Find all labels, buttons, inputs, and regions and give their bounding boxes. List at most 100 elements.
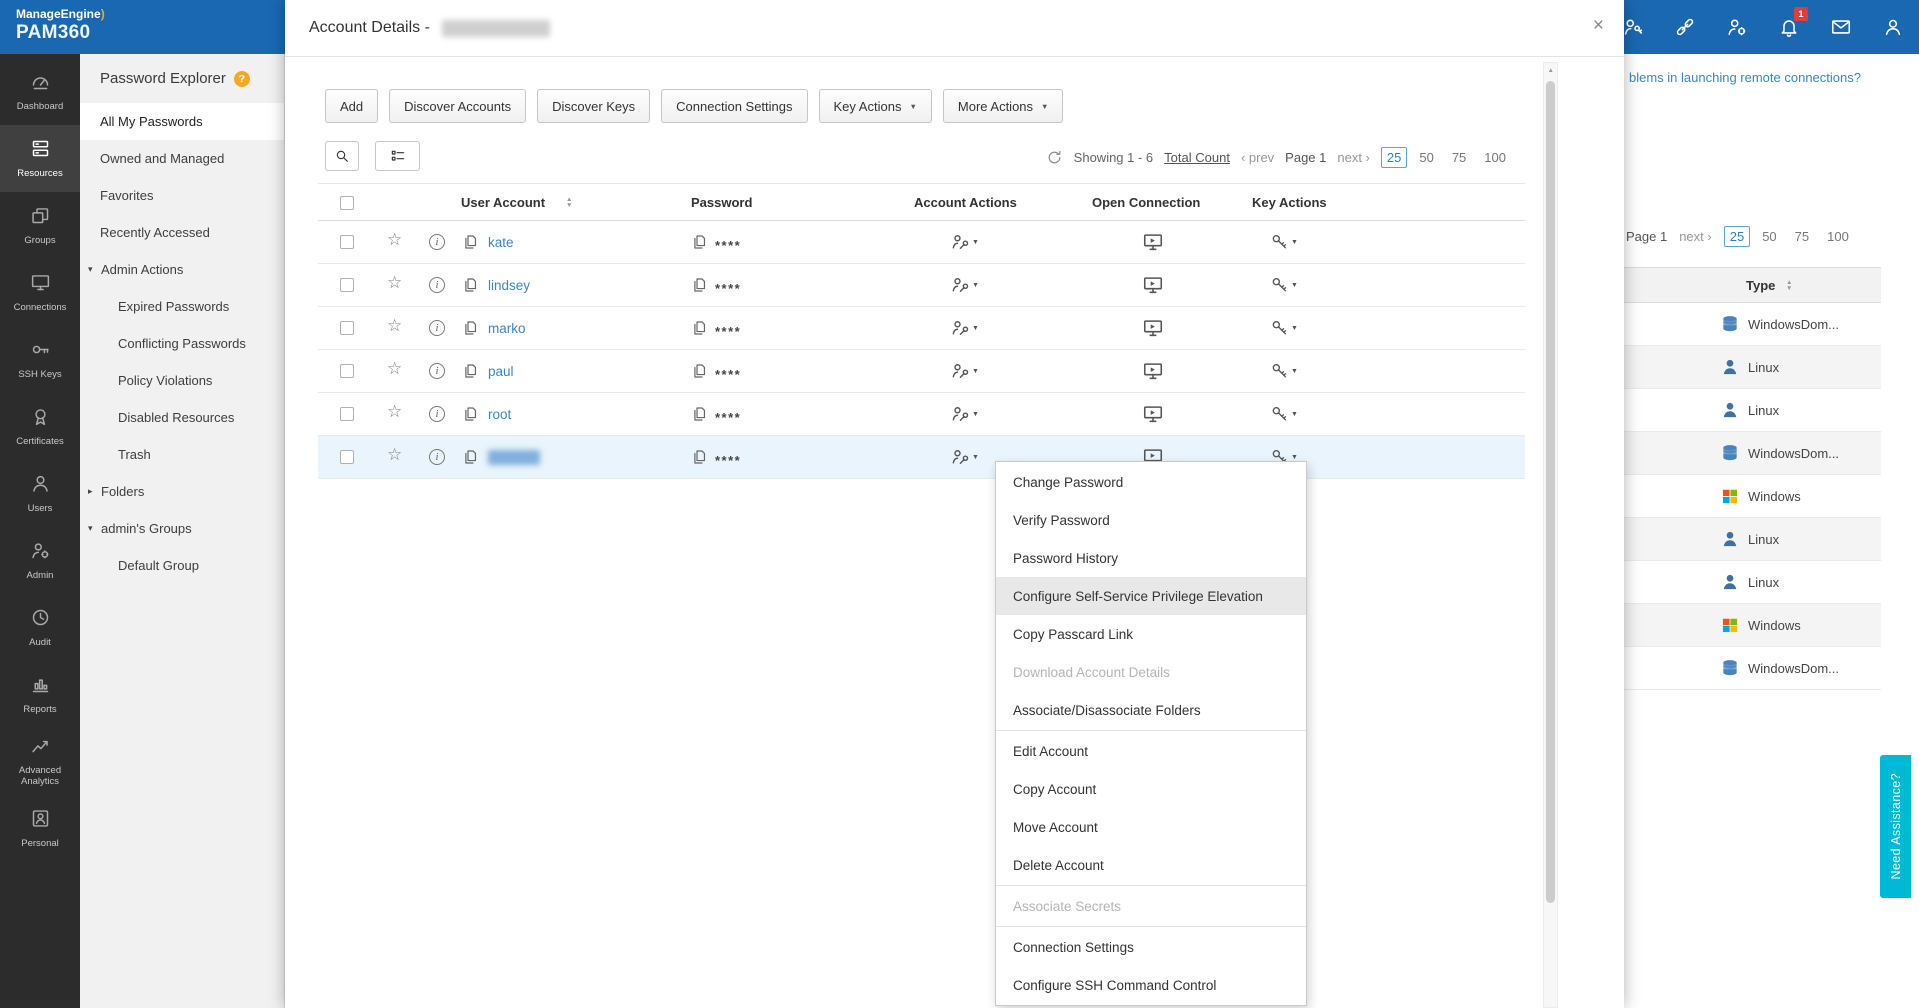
help-icon[interactable]: ? [233, 70, 250, 87]
connection-settings-button[interactable]: Connection Settings [661, 89, 808, 123]
search-button[interactable] [325, 141, 359, 171]
total-count-link[interactable]: Total Count [1164, 150, 1230, 165]
account-actions-icon[interactable]: ▼ [950, 275, 979, 295]
add-button[interactable]: Add [325, 89, 379, 123]
explorer-item-disabled-resources[interactable]: Disabled Resources [80, 399, 284, 436]
menu-item-associate-disassociate-folders[interactable]: Associate/Disassociate Folders [996, 691, 1306, 729]
page-size-100[interactable]: 100 [1478, 147, 1512, 168]
document-icon[interactable] [691, 448, 708, 471]
document-icon[interactable] [462, 319, 479, 342]
sidebar-item-users[interactable]: Users [0, 460, 80, 527]
row-checkbox[interactable] [340, 235, 354, 249]
document-icon[interactable] [691, 362, 708, 385]
favorite-star-icon[interactable]: ☆ [387, 402, 402, 422]
next-button[interactable]: next › [1337, 150, 1370, 165]
info-icon[interactable]: i [429, 363, 445, 379]
bg-next-button[interactable]: next › [1679, 229, 1712, 244]
page-size-75[interactable]: 75 [1446, 147, 1472, 168]
key-user-icon[interactable] [1622, 16, 1644, 38]
favorite-star-icon[interactable]: ☆ [387, 359, 402, 379]
menu-item-configure-ssh-command-control[interactable]: Configure SSH Command Control [996, 966, 1306, 1004]
explorer-item-favorites[interactable]: Favorites [80, 177, 284, 214]
favorite-star-icon[interactable]: ☆ [387, 445, 402, 465]
document-icon[interactable] [462, 448, 479, 471]
open-connection-icon[interactable] [1142, 274, 1164, 301]
explorer-item-owned-and-managed[interactable]: Owned and Managed [80, 140, 284, 177]
mail-icon[interactable] [1830, 16, 1852, 38]
menu-item-configure-self-service-privilege-elevation[interactable]: Configure Self-Service Privilege Elevati… [996, 577, 1306, 615]
modal-scrollbar[interactable]: ▲ [1543, 62, 1558, 1008]
document-icon[interactable] [691, 405, 708, 428]
document-icon[interactable] [462, 405, 479, 428]
favorite-star-icon[interactable]: ☆ [387, 316, 402, 336]
explorer-item-admin-actions[interactable]: ▾ Admin Actions [80, 251, 284, 288]
info-icon[interactable]: i [429, 234, 445, 250]
discover-accounts-button[interactable]: Discover Accounts [389, 89, 527, 123]
favorite-star-icon[interactable]: ☆ [387, 230, 402, 250]
open-connection-icon[interactable] [1142, 360, 1164, 387]
need-assistance-tab[interactable]: Need Assistance? [1880, 755, 1911, 898]
key-actions-button[interactable]: Key Actions ▼ [818, 89, 932, 123]
info-icon[interactable]: i [429, 406, 445, 422]
explorer-item-admin-s-groups[interactable]: ▾ admin's Groups [80, 510, 284, 547]
open-connection-icon[interactable] [1142, 317, 1164, 344]
key-actions-icon[interactable]: ▼ [1270, 404, 1298, 423]
more-actions-button[interactable]: More Actions ▼ [942, 89, 1064, 123]
sidebar-item-ssh-keys[interactable]: SSH Keys [0, 326, 80, 393]
document-icon[interactable] [462, 276, 479, 299]
explorer-item-folders[interactable]: ▸ Folders [80, 473, 284, 510]
info-icon[interactable]: i [429, 320, 445, 336]
bell-icon[interactable]: 1 [1778, 7, 1808, 38]
user-account-header[interactable]: User Account [461, 195, 545, 210]
sidebar-item-admin[interactable]: Admin [0, 527, 80, 594]
sidebar-item-advanced-analytics[interactable]: Advanced Analytics [0, 728, 80, 795]
user-account-link[interactable]: root [488, 407, 511, 422]
menu-item-copy-passcard-link[interactable]: Copy Passcard Link [996, 615, 1306, 653]
sidebar-item-personal[interactable]: Personal [0, 795, 80, 862]
sidebar-item-certificates[interactable]: Certificates [0, 393, 80, 460]
user-account-link[interactable]: marko [488, 321, 526, 336]
explorer-item-all-my-passwords[interactable]: All My Passwords [80, 103, 284, 140]
explorer-item-policy-violations[interactable]: Policy Violations [80, 362, 284, 399]
list-view-button[interactable] [375, 141, 420, 171]
info-icon[interactable]: i [429, 277, 445, 293]
sidebar-item-reports[interactable]: Reports [0, 661, 80, 728]
user-account-link[interactable]: paul [488, 364, 514, 379]
favorite-star-icon[interactable]: ☆ [387, 273, 402, 293]
explorer-item-recently-accessed[interactable]: Recently Accessed [80, 214, 284, 251]
open-connection-icon[interactable] [1142, 403, 1164, 430]
document-icon[interactable] [691, 276, 708, 299]
row-checkbox[interactable] [340, 407, 354, 421]
menu-item-password-history[interactable]: Password History [996, 539, 1306, 577]
explorer-item-expired-passwords[interactable]: Expired Passwords [80, 288, 284, 325]
scroll-up-arrow[interactable]: ▲ [1548, 67, 1554, 74]
account-actions-icon[interactable]: ▼ [950, 447, 979, 467]
menu-item-connection-settings[interactable]: Connection Settings [996, 928, 1306, 966]
page-size-25[interactable]: 25 [1723, 226, 1751, 247]
menu-item-edit-account[interactable]: Edit Account [996, 732, 1306, 770]
user-account-link[interactable]: kate [488, 235, 514, 250]
explorer-item-conflicting-passwords[interactable]: Conflicting Passwords [80, 325, 284, 362]
refresh-icon[interactable] [1046, 149, 1063, 166]
user-account-link[interactable]: lindsey [488, 278, 530, 293]
select-all-checkbox[interactable] [340, 196, 354, 210]
sidebar-item-audit[interactable]: Audit [0, 594, 80, 661]
key-actions-icon[interactable]: ▼ [1270, 275, 1298, 294]
page-size-25[interactable]: 25 [1380, 147, 1408, 168]
page-size-50[interactable]: 50 [1756, 226, 1782, 247]
link-icon[interactable] [1674, 16, 1696, 38]
key-actions-icon[interactable]: ▼ [1270, 232, 1298, 251]
close-icon[interactable]: × [1593, 15, 1604, 37]
sidebar-item-groups[interactable]: Groups [0, 192, 80, 259]
document-icon[interactable] [691, 233, 708, 256]
open-connection-icon[interactable] [1142, 231, 1164, 258]
row-checkbox[interactable] [340, 364, 354, 378]
key-actions-icon[interactable]: ▼ [1270, 361, 1298, 380]
type-column-header[interactable]: Type [1746, 278, 1775, 293]
scrollbar-thumb[interactable] [1546, 81, 1555, 903]
sidebar-item-dashboard[interactable]: Dashboard [0, 58, 80, 125]
info-icon[interactable]: i [429, 449, 445, 465]
document-icon[interactable] [691, 319, 708, 342]
sidebar-item-resources[interactable]: Resources [0, 125, 80, 192]
account-actions-icon[interactable]: ▼ [950, 404, 979, 424]
